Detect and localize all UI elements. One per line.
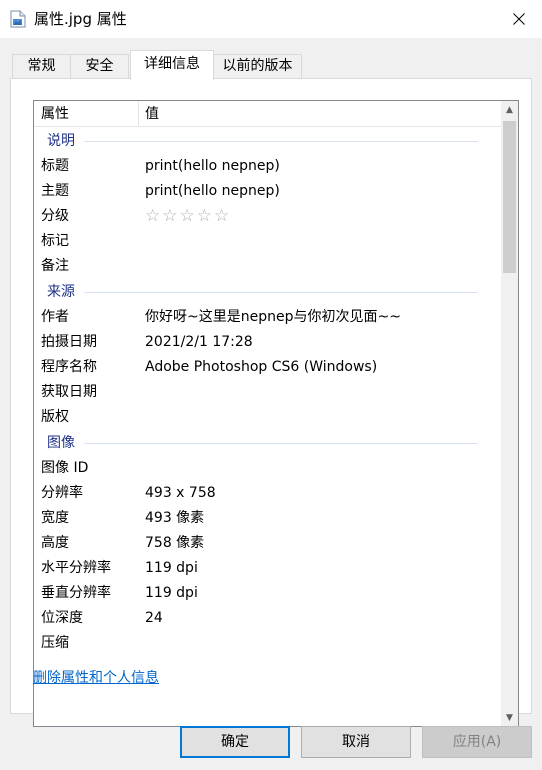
property-key: 图像 ID <box>41 460 89 476</box>
tab-general[interactable]: 常规 <box>12 54 71 79</box>
property-list[interactable]: 属性 值 说明 标题 print(hello nepnep) 主题 print(… <box>33 100 519 727</box>
group-image[interactable]: 图像 <box>34 430 502 456</box>
vertical-scrollbar[interactable]: ▲ ▼ <box>501 101 518 726</box>
tab-details[interactable]: 详细信息 <box>130 50 214 80</box>
list-item[interactable]: 版权 <box>34 405 502 430</box>
window-title: 属性.jpg 属性 <box>34 10 127 28</box>
close-button[interactable] <box>496 0 542 38</box>
property-value: 119 dpi <box>145 560 198 576</box>
group-divider <box>84 141 478 142</box>
property-key: 备注 <box>41 258 69 274</box>
group-divider <box>84 292 478 293</box>
list-item[interactable]: 位深度 24 <box>34 606 502 631</box>
property-value: 119 dpi <box>145 585 198 601</box>
property-key: 获取日期 <box>41 384 97 400</box>
property-rows: 说明 标题 print(hello nepnep) 主题 print(hello… <box>34 128 502 656</box>
cancel-button[interactable]: 取消 <box>301 726 411 758</box>
property-key: 压缩 <box>41 635 69 651</box>
property-value: 2021/2/1 17:28 <box>145 334 253 350</box>
star-icon[interactable]: ☆ <box>214 206 231 226</box>
property-key: 标记 <box>41 233 69 249</box>
property-key: 水平分辨率 <box>41 560 111 576</box>
list-item[interactable]: 压缩 <box>34 631 502 656</box>
star-icon[interactable]: ☆ <box>180 206 197 226</box>
group-divider <box>84 443 478 444</box>
list-item[interactable]: 作者 你好呀~这里是nepnep与你初次见面~~ <box>34 305 502 330</box>
property-value: 24 <box>145 610 163 626</box>
list-item[interactable]: 水平分辨率 119 dpi <box>34 556 502 581</box>
tab-security[interactable]: 安全 <box>70 54 129 79</box>
property-value: 493 x 758 <box>145 485 216 501</box>
list-item[interactable]: 标题 print(hello nepnep) <box>34 154 502 179</box>
title-bar: 属性.jpg 属性 <box>0 0 542 38</box>
property-value: 758 像素 <box>145 535 205 551</box>
property-key: 标题 <box>41 158 69 174</box>
property-key: 分辨率 <box>41 485 83 501</box>
star-icon[interactable]: ☆ <box>145 206 162 226</box>
property-key: 拍摄日期 <box>41 334 97 350</box>
scroll-up-button[interactable]: ▲ <box>501 101 518 118</box>
list-item[interactable]: 垂直分辨率 119 dpi <box>34 581 502 606</box>
list-item[interactable]: 图像 ID <box>34 456 502 481</box>
details-panel: 属性 值 说明 标题 print(hello nepnep) 主题 print(… <box>10 78 532 727</box>
chevron-down-icon: ▼ <box>506 712 513 723</box>
list-item[interactable]: 标记 <box>34 229 502 254</box>
list-item[interactable]: 获取日期 <box>34 380 502 405</box>
group-label: 来源 <box>47 284 75 300</box>
scroll-thumb[interactable] <box>503 121 516 273</box>
property-key: 宽度 <box>41 510 69 526</box>
property-key: 垂直分辨率 <box>41 585 111 601</box>
list-item[interactable]: 备注 <box>34 254 502 279</box>
property-value: print(hello nepnep) <box>145 158 280 174</box>
star-icon[interactable]: ☆ <box>197 206 214 226</box>
list-item[interactable]: 分辨率 493 x 758 <box>34 481 502 506</box>
close-icon <box>513 13 525 25</box>
property-value: print(hello nepnep) <box>145 183 280 199</box>
property-key: 位深度 <box>41 610 83 626</box>
star-icon[interactable]: ☆ <box>162 206 179 226</box>
property-key: 版权 <box>41 409 69 425</box>
list-item[interactable]: 主题 print(hello nepnep) <box>34 179 502 204</box>
property-key: 分级 <box>41 208 69 224</box>
property-key: 作者 <box>41 309 69 325</box>
ok-button[interactable]: 确定 <box>180 726 290 758</box>
tab-previous-versions[interactable]: 以前的版本 <box>213 54 302 79</box>
scroll-down-button[interactable]: ▼ <box>501 709 518 726</box>
chevron-up-icon: ▲ <box>506 104 513 115</box>
property-value: Adobe Photoshop CS6 (Windows) <box>145 359 378 375</box>
rating-stars[interactable]: ☆☆☆☆☆ <box>145 204 231 229</box>
file-icon <box>10 10 26 28</box>
list-item[interactable]: 分级 ☆☆☆☆☆ <box>34 204 502 229</box>
group-label: 图像 <box>47 435 75 451</box>
list-item[interactable]: 程序名称 Adobe Photoshop CS6 (Windows) <box>34 355 502 380</box>
list-header: 属性 值 <box>34 101 502 127</box>
list-item[interactable]: 拍摄日期 2021/2/1 17:28 <box>34 330 502 355</box>
remove-properties-link[interactable]: 删除属性和个人信息 <box>33 668 159 688</box>
list-item[interactable]: 宽度 493 像素 <box>34 506 502 531</box>
property-value: 493 像素 <box>145 510 205 526</box>
property-key: 高度 <box>41 535 69 551</box>
property-key: 程序名称 <box>41 359 97 375</box>
group-origin[interactable]: 来源 <box>34 279 502 305</box>
property-value: 你好呀~这里是nepnep与你初次见面~~ <box>145 309 401 325</box>
header-value[interactable]: 值 <box>138 101 502 127</box>
list-item[interactable]: 高度 758 像素 <box>34 531 502 556</box>
group-label: 说明 <box>47 133 75 149</box>
apply-button[interactable]: 应用(A) <box>422 726 532 758</box>
group-description[interactable]: 说明 <box>34 128 502 154</box>
property-key: 主题 <box>41 183 69 199</box>
header-property[interactable]: 属性 <box>34 101 138 127</box>
